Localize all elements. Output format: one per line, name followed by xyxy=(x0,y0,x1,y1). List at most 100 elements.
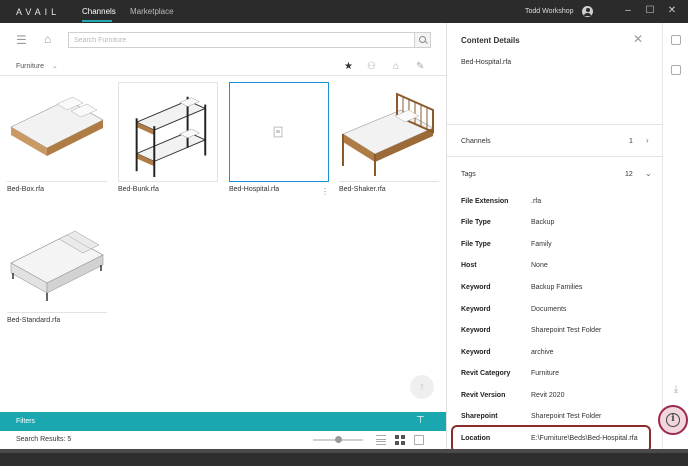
breadcrumb-bar: Furniture ⌄ ★ ⚇ ⌂ ✎ xyxy=(0,58,446,76)
filter-icon[interactable]: ⊤ xyxy=(416,415,425,426)
tab-channels[interactable]: Channels xyxy=(82,7,116,16)
tags-count: 12 xyxy=(625,171,633,178)
download-icon[interactable]: ⤓ xyxy=(671,384,681,395)
filters-label: Filters xyxy=(16,418,36,425)
title-bar: AVAIL Channels Marketplace Todd Workshop… xyxy=(0,0,688,23)
chevron-right-icon[interactable]: › xyxy=(646,136,649,145)
property-value: Documents xyxy=(531,306,567,313)
chevron-down-icon[interactable]: ⌄ xyxy=(645,169,652,178)
property-key: Revit Version xyxy=(461,392,506,399)
details-title: Content Details xyxy=(461,36,520,45)
divider xyxy=(447,156,663,157)
filters-bar[interactable]: Filters ⊤ xyxy=(0,412,446,431)
property-key: Keyword xyxy=(461,284,491,291)
grid-view-icon[interactable] xyxy=(395,435,405,445)
property-value: .rfa xyxy=(531,198,542,205)
comment-icon[interactable] xyxy=(671,65,681,75)
property-row: Keyword Backup Families xyxy=(461,284,661,296)
panel-toggle-icon[interactable]: ☰ xyxy=(16,33,27,47)
maximize-icon[interactable]: ☐ xyxy=(644,5,656,16)
content-grid: Bed-Box.rfa Bed-Bunk.rfa Bed-Hospital.rf… xyxy=(0,77,446,412)
chevron-down-icon[interactable]: ⌄ xyxy=(52,62,58,70)
card-label: Bed-Standard.rfa xyxy=(7,317,61,324)
info-icon[interactable]: i xyxy=(666,413,680,427)
search-results-count: Search Results: 5 xyxy=(16,436,72,443)
content-card[interactable]: Bed-Bunk.rfa xyxy=(118,82,218,193)
bed-standard-thumbnail[interactable] xyxy=(7,213,107,313)
card-label: Bed-Bunk.rfa xyxy=(118,186,159,193)
property-row: File Type Family xyxy=(461,241,661,253)
window-bottom-bar xyxy=(0,449,688,466)
search-icon[interactable] xyxy=(414,33,430,47)
property-value: Backup xyxy=(531,219,555,226)
property-row: Revit Category Furniture xyxy=(461,370,661,382)
property-key: Keyword xyxy=(461,327,491,334)
scroll-to-top-button[interactable]: ↑ xyxy=(410,375,434,399)
tags-label[interactable]: Tags xyxy=(461,171,476,178)
property-value: Sharepoint Test Folder xyxy=(531,413,602,420)
status-bar: Search Results: 5 xyxy=(0,431,446,449)
property-row: File Extension .rfa xyxy=(461,198,661,210)
content-details-panel: Content Details ✕ Bed-Hospital.rfa Chann… xyxy=(446,23,663,449)
search-box xyxy=(68,32,431,48)
property-key: Sharepoint xyxy=(461,413,498,420)
right-sidebar: ⤓ xyxy=(662,23,688,449)
property-value: Family xyxy=(531,241,552,248)
property-row: Keyword archive xyxy=(461,349,661,361)
property-key: Keyword xyxy=(461,349,491,356)
channels-count: 1 xyxy=(629,138,633,145)
property-key: Revit Category xyxy=(461,370,511,377)
card-label: Bed-Box.rfa xyxy=(7,186,44,193)
card-label: Bed-Shaker.rfa xyxy=(339,186,386,193)
close-window-icon[interactable]: ✕ xyxy=(666,5,678,16)
divider xyxy=(447,124,663,125)
edit-icon[interactable]: ✎ xyxy=(416,61,424,72)
property-row: Sharepoint Sharepoint Test Folder xyxy=(461,413,661,425)
content-card-selected[interactable]: Bed-Hospital.rfa ⋮ xyxy=(229,82,329,196)
property-key: File Extension xyxy=(461,198,509,205)
favorites-star-icon[interactable]: ★ xyxy=(344,61,353,72)
content-card[interactable]: Bed-Box.rfa xyxy=(7,82,107,193)
content-card[interactable]: Bed-Shaker.rfa xyxy=(339,82,439,193)
tag-icon[interactable]: ⌂ xyxy=(393,61,399,72)
close-icon[interactable]: ✕ xyxy=(633,32,643,46)
document-icon[interactable] xyxy=(671,35,681,45)
search-input[interactable] xyxy=(69,33,414,47)
user-avatar-icon[interactable] xyxy=(582,6,593,17)
large-view-icon[interactable] xyxy=(414,435,424,445)
channels-label[interactable]: Channels xyxy=(461,138,491,145)
property-value: None xyxy=(531,262,548,269)
thumbnail-size-slider[interactable] xyxy=(313,436,363,443)
active-tab-indicator xyxy=(82,20,112,22)
card-label: Bed-Hospital.rfa xyxy=(229,186,280,193)
slider-handle[interactable] xyxy=(335,436,342,443)
minimize-icon[interactable]: – xyxy=(622,5,634,16)
bed-bunk-thumbnail[interactable] xyxy=(118,82,218,182)
property-value: archive xyxy=(531,349,554,356)
bed-box-image xyxy=(10,96,104,156)
details-file-name: Bed-Hospital.rfa xyxy=(461,59,512,66)
property-row: Keyword Documents xyxy=(461,306,661,318)
bed-shaker-thumbnail[interactable] xyxy=(339,82,439,182)
bed-hospital-thumbnail[interactable] xyxy=(229,82,329,182)
property-key: File Type xyxy=(461,241,491,248)
more-options-icon[interactable]: ⋮ xyxy=(321,187,329,196)
property-value: Furniture xyxy=(531,370,560,377)
list-view-icon[interactable] xyxy=(376,435,386,445)
search-toolbar: ☰ ⌂ xyxy=(0,23,446,58)
home-icon[interactable]: ⌂ xyxy=(44,32,51,46)
property-value: Backup Families xyxy=(531,284,583,291)
property-row: File Type Backup xyxy=(461,219,661,231)
property-key: File Type xyxy=(461,219,491,226)
users-icon[interactable]: ⚇ xyxy=(367,61,376,72)
bed-box-thumbnail[interactable] xyxy=(7,82,107,182)
bed-shaker-image xyxy=(342,92,434,176)
bed-bunk-image xyxy=(135,96,207,178)
user-name[interactable]: Todd Workshop xyxy=(525,8,574,15)
content-card[interactable]: Bed-Standard.rfa xyxy=(7,213,107,324)
tab-marketplace[interactable]: Marketplace xyxy=(130,7,174,16)
property-row: Keyword Sharepoint Test Folder xyxy=(461,327,661,339)
property-row: Revit Version Revit 2020 xyxy=(461,392,661,404)
bed-standard-image xyxy=(10,230,104,301)
breadcrumb[interactable]: Furniture xyxy=(16,63,44,70)
